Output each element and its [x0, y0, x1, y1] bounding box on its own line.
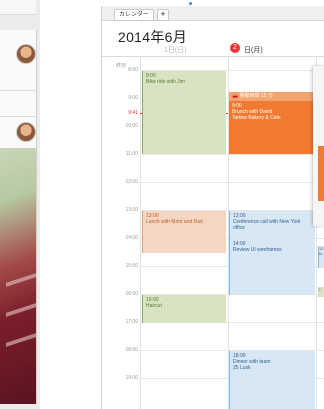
hour-label: 17:00 — [125, 319, 138, 325]
day-header-1[interactable]: 1日(日) — [164, 45, 187, 55]
photo-detail — [6, 333, 36, 347]
hour-label: 9:00 — [128, 95, 138, 101]
event-title: In — [319, 251, 323, 256]
hour-label: 19:00 — [125, 375, 138, 381]
event-title: C — [318, 287, 321, 292]
current-time-label: 9:41 — [128, 110, 138, 116]
event-title: Conference call with New York office — [233, 219, 301, 231]
avatar[interactable] — [16, 122, 36, 142]
divider — [0, 90, 36, 91]
event-brunch[interactable]: 9:00 Brunch with David Tartine Bakery & … — [229, 101, 315, 154]
photo-detail — [6, 303, 36, 317]
event-haircut[interactable]: 16:00 Haircut — [142, 295, 226, 323]
avatar[interactable] — [16, 44, 36, 64]
hour-label: 16:00 — [125, 291, 138, 297]
calendar-window: カレンダー + 2014年6月 1日(日) 2 日(月) 終日 8:00 9:0… — [101, 2, 324, 409]
hour-label: 8:00 — [128, 67, 138, 73]
divider — [0, 116, 36, 117]
event-partial[interactable]: C — [318, 287, 324, 297]
photo-image[interactable] — [0, 148, 36, 404]
day-header-2[interactable]: 日(月) — [244, 45, 263, 55]
hour-line — [140, 154, 324, 155]
header-divider — [102, 56, 324, 57]
event-partial[interactable] — [318, 146, 324, 201]
event-title: Review UI wireframes — [233, 247, 282, 253]
hour-line — [140, 182, 324, 183]
left-app-toolbar — [0, 0, 36, 15]
today-badge[interactable]: 2 — [230, 43, 240, 53]
day-grid[interactable]: 8:00 9:00 10:00 11:00 12:00 13:00 14:00 … — [102, 56, 324, 409]
column-divider — [140, 56, 141, 409]
photo-detail — [6, 273, 36, 287]
event-dinner[interactable]: 18:00 Dinner with team 25 Lusk — [229, 351, 315, 409]
travel-time-label: 移動時間 15 分 — [239, 93, 273, 99]
hour-label: 13:00 — [125, 207, 138, 213]
camera-indicator-dot — [189, 2, 192, 5]
calendar-toolbar: カレンダー + — [102, 6, 324, 21]
event-title: Bike ride with Jim — [146, 79, 185, 85]
event-travel-time[interactable]: 🚗 移動時間 15 分 — [229, 92, 315, 101]
event-review-ui[interactable]: 14:00 Review UI wireframes — [229, 239, 315, 295]
event-location: Tartine Bakery & Cafe — [232, 115, 281, 121]
event-bike-ride[interactable]: 8:00 Bike ride with Jim — [142, 71, 226, 154]
calendars-button[interactable]: カレンダー — [114, 9, 155, 21]
hour-label: 18:00 — [125, 347, 138, 353]
event-title: Haircut — [146, 303, 162, 309]
hour-label: 12:00 — [125, 179, 138, 185]
car-icon: 🚗 — [232, 93, 240, 99]
hour-label: 14:00 — [125, 235, 138, 241]
event-location: 25 Lusk — [233, 365, 251, 371]
hour-label: 10:00 — [125, 123, 138, 129]
left-app-strip — [0, 0, 40, 409]
event-partial[interactable]: 13 In — [318, 246, 324, 268]
event-title: Lunch with Mom and Dad — [146, 219, 203, 225]
event-conference-call[interactable]: 13:00 Conference call with New York offi… — [229, 211, 315, 239]
hour-label: 11:00 — [125, 151, 138, 157]
event-lunch[interactable]: 13:00 Lunch with Mom and Dad — [142, 211, 226, 253]
add-event-button[interactable]: + — [157, 9, 169, 21]
month-title: 2014年6月 — [118, 29, 188, 45]
hour-label: 15:00 — [125, 263, 138, 269]
